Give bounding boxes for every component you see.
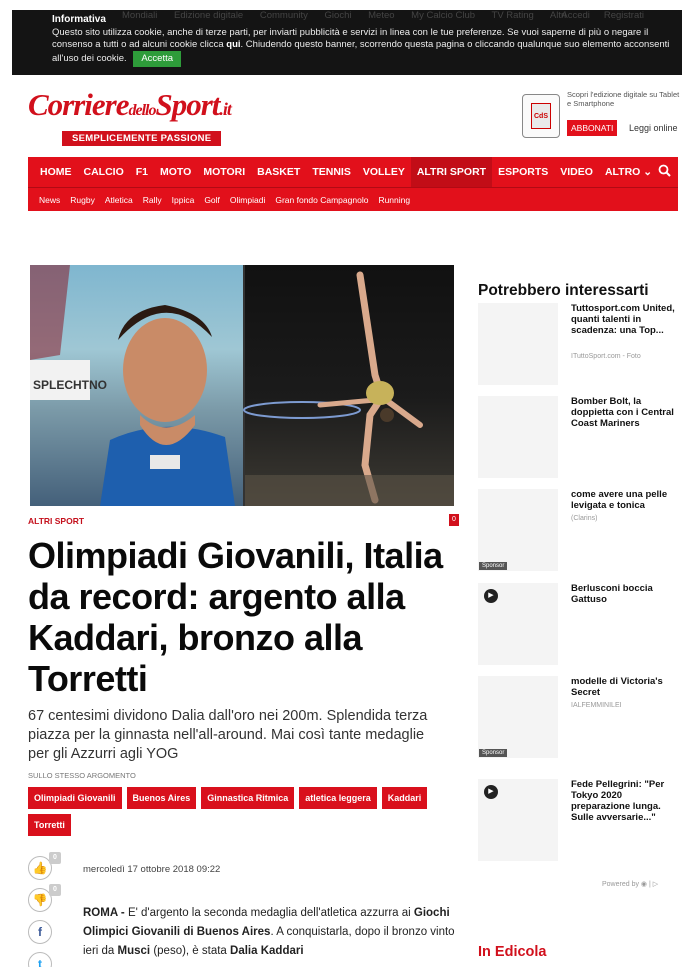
body-text-3: (peso), è stata bbox=[150, 945, 231, 957]
sponsor-label: Sponsor bbox=[479, 562, 508, 570]
card-thumbnail: ▶ bbox=[478, 583, 558, 665]
accept-button[interactable]: Accetta bbox=[133, 51, 182, 67]
cookie-banner: Informativa Questo sito utilizza cookie,… bbox=[12, 10, 682, 75]
logo-part-dello: dello bbox=[128, 102, 157, 119]
tag-olimpiadi-giovanili[interactable]: Olimpiadi Giovanili bbox=[28, 787, 122, 809]
card-title[interactable]: Fede Pellegrini: "Per Tokyo 2020 prepara… bbox=[571, 779, 681, 823]
article-date: mercoledì 17 ottobre 2018 09:22 bbox=[83, 864, 221, 875]
powered-by-label: Powered by bbox=[602, 881, 639, 888]
subnav-item-rugby[interactable]: Rugby bbox=[65, 195, 100, 205]
card-title[interactable]: modelle di Victoria's Secret bbox=[571, 676, 681, 698]
bib-text: SPLECHTNO bbox=[33, 378, 107, 392]
card-title[interactable]: Tuttosport.com United, quanti talenti in… bbox=[571, 303, 681, 336]
search-icon[interactable] bbox=[658, 164, 671, 180]
logo-tld: .it bbox=[219, 99, 231, 119]
tag-atletica-leggera[interactable]: atletica leggera bbox=[299, 787, 377, 809]
card-thumbnail bbox=[478, 396, 558, 478]
recommended-card[interactable]: ▶ Fede Pellegrini: "Per Tokyo 2020 prepa… bbox=[478, 779, 683, 861]
nav-item-calcio[interactable]: CALCIO bbox=[78, 157, 130, 187]
edition-promo-text: Scopri l'edizione digitale su Tablet e S… bbox=[567, 90, 680, 108]
recommended-card[interactable]: Tuttosport.com United, quanti talenti in… bbox=[478, 303, 683, 385]
tag-buenos-aires[interactable]: Buenos Aires bbox=[126, 787, 197, 809]
sub-nav: News Rugby Atletica Rally Ippica Golf Ol… bbox=[28, 187, 678, 211]
dislike-icon[interactable]: 👎 0 bbox=[28, 884, 61, 912]
twitter-icon[interactable]: t bbox=[28, 952, 52, 967]
article-category[interactable]: ALTRI SPORT bbox=[28, 516, 84, 526]
like-count: 0 bbox=[49, 852, 61, 864]
nav-item-volley[interactable]: VOLLEY bbox=[357, 157, 411, 187]
outbrain-logo-icon: ◉ | ▷ bbox=[640, 881, 659, 888]
card-thumbnail: Sponsor bbox=[478, 676, 558, 758]
logo-part-corriere: Corriere bbox=[28, 87, 129, 122]
hero-illustration: SPLECHTNO bbox=[30, 265, 454, 506]
subnav-item-ippica[interactable]: Ippica bbox=[167, 195, 200, 205]
play-icon: ▶ bbox=[484, 785, 498, 799]
card-thumbnail: Sponsor bbox=[478, 489, 558, 571]
recommended-heading: Potrebbero interessarti bbox=[478, 282, 649, 299]
article-subtitle: 67 centesimi dividono Dalia dall'oro nei… bbox=[28, 708, 428, 762]
comment-count-badge[interactable]: 0 bbox=[449, 514, 459, 526]
same-topic-label: SULLO STESSO ARGOMENTO bbox=[28, 771, 136, 780]
nav-item-esports[interactable]: ESPORTS bbox=[492, 157, 554, 187]
nav-item-basket[interactable]: BASKET bbox=[251, 157, 306, 187]
recommended-card[interactable]: Bomber Bolt, la doppietta con i Central … bbox=[478, 396, 683, 478]
subscribe-button[interactable]: ABBONATI bbox=[567, 120, 618, 136]
digital-edition-promo: CdS Scopri l'edizione digitale su Tablet… bbox=[522, 90, 682, 140]
recommended-card[interactable]: ▶ Berlusconi boccia Gattuso bbox=[478, 583, 683, 665]
card-title[interactable]: Bomber Bolt, la doppietta con i Central … bbox=[571, 396, 681, 429]
subnav-item-running[interactable]: Running bbox=[373, 195, 415, 205]
edicola-heading: In Edicola bbox=[478, 944, 547, 960]
logo-part-sport: Sport bbox=[155, 87, 221, 122]
cookie-title: Informativa bbox=[52, 14, 106, 25]
body-bold-3: Dalia Kaddari bbox=[230, 945, 304, 957]
like-icon[interactable]: 👍 0 bbox=[28, 852, 61, 880]
body-bold-2: Musci bbox=[117, 945, 151, 957]
tag-ginnastica-ritmica[interactable]: Ginnastica Ritmica bbox=[201, 787, 295, 809]
play-icon: ▶ bbox=[484, 589, 498, 603]
nav-item-home[interactable]: HOME bbox=[34, 157, 78, 187]
subnav-item-golf[interactable]: Golf bbox=[199, 195, 225, 205]
sponsor-label: Sponsor bbox=[479, 749, 508, 757]
card-thumbnail bbox=[478, 303, 558, 385]
read-online-link[interactable]: Leggi online bbox=[629, 123, 678, 133]
powered-by[interactable]: Powered by ◉ | ▷ bbox=[602, 880, 658, 888]
article-title: Olimpiadi Giovanili, Italia da record: a… bbox=[28, 535, 443, 699]
card-source: IALFEMMINILEI bbox=[571, 702, 622, 709]
recommended-card[interactable]: Sponsor come avere una pelle levigata e … bbox=[478, 489, 683, 571]
card-source: ITuttoSport.com - Foto bbox=[571, 353, 641, 360]
tag-torretti[interactable]: Torretti bbox=[28, 814, 71, 836]
subnav-item-gran-fondo[interactable]: Gran fondo Campagnolo bbox=[270, 195, 373, 205]
topic-tags: Olimpiadi Giovanili Buenos Aires Ginnast… bbox=[28, 787, 458, 836]
body-text-1: E' d'argento la seconda medaglia dell'at… bbox=[127, 907, 414, 919]
tag-kaddari[interactable]: Kaddari bbox=[381, 787, 428, 809]
nav-item-tennis[interactable]: TENNIS bbox=[306, 157, 357, 187]
nav-item-altri-sport[interactable]: ALTRI SPORT bbox=[410, 157, 493, 187]
edition-cover-icon: CdS bbox=[531, 103, 551, 129]
nav-item-f1[interactable]: F1 bbox=[130, 157, 154, 187]
facebook-icon[interactable]: f bbox=[28, 920, 52, 944]
card-thumbnail: ▶ bbox=[478, 779, 558, 861]
dislike-count: 0 bbox=[49, 884, 61, 896]
recommended-card[interactable]: Sponsor modelle di Victoria's Secret IAL… bbox=[478, 676, 683, 758]
cookie-text: Questo sito utilizza cookie, anche di te… bbox=[52, 27, 672, 67]
article-body: ROMA - E' d'argento la seconda medaglia … bbox=[83, 904, 455, 961]
nav-item-altro[interactable]: ALTRO ⌄ bbox=[599, 157, 658, 187]
article-hero-image: SPLECHTNO bbox=[30, 265, 454, 506]
subnav-item-atletica[interactable]: Atletica bbox=[100, 195, 138, 205]
body-dateline: ROMA - bbox=[83, 907, 128, 919]
card-title[interactable]: Berlusconi boccia Gattuso bbox=[571, 583, 681, 605]
logo-slogan: SEMPLICEMENTE PASSIONE bbox=[62, 131, 222, 146]
cookie-info-link[interactable]: qui bbox=[226, 39, 240, 50]
nav-item-video[interactable]: VIDEO bbox=[554, 157, 599, 187]
main-nav: HOME CALCIO F1 MOTO MOTORI BASKET TENNIS… bbox=[28, 157, 678, 187]
nav-item-moto[interactable]: MOTO bbox=[154, 157, 197, 187]
card-source: (Clarins) bbox=[571, 515, 598, 522]
subnav-item-olimpiadi[interactable]: Olimpiadi bbox=[225, 195, 270, 205]
site-logo[interactable]: CorrieredelloSport.it SEMPLICEMENTE PASS… bbox=[28, 87, 278, 150]
tablet-icon: CdS bbox=[522, 94, 560, 138]
subnav-item-rally[interactable]: Rally bbox=[138, 195, 167, 205]
nav-item-motori[interactable]: MOTORI bbox=[197, 157, 251, 187]
card-title[interactable]: come avere una pelle levigata e tonica bbox=[571, 489, 681, 511]
subnav-item-news[interactable]: News bbox=[34, 195, 65, 205]
